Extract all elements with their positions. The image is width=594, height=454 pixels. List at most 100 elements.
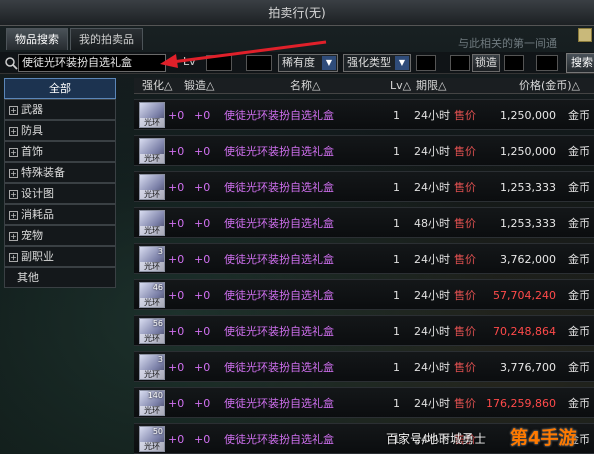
table-row[interactable]: 140 光环 +0 +0 使徒光环装扮自选礼盒 1 24小时 售价 176,259,860 金币 [134, 387, 594, 418]
item-name: 使徒光环装扮自选礼盒 [224, 217, 334, 230]
sale-label: 售价 [454, 181, 476, 194]
tab-item-search[interactable]: 物品搜索 [6, 28, 68, 50]
enhance-type-select[interactable]: 强化类型 ▼ [343, 54, 411, 72]
expand-icon: + [9, 189, 18, 199]
item-price: 3,762,000 [500, 253, 556, 266]
forge-value: +0 [194, 361, 211, 374]
item-name: 使徒光环装扮自选礼盒 [224, 289, 334, 302]
item-name: 使徒光环装扮自选礼盒 [224, 361, 334, 374]
item-icon: 56 光环 [139, 318, 165, 344]
currency-label: 金币 [568, 397, 590, 410]
table-row[interactable]: 3 光环 +0 +0 使徒光环装扮自选礼盒 1 24小时 售价 3,762,000 金币 [134, 243, 594, 274]
item-level: 1 [393, 325, 400, 338]
window-title: 拍卖行(无) [0, 0, 594, 26]
category-label: 特殊装备 [21, 166, 65, 179]
window-corner-button[interactable] [578, 28, 592, 42]
currency-label: 金币 [568, 181, 590, 194]
category-label: 武器 [21, 103, 43, 116]
column-lv[interactable]: Lv△ [390, 78, 412, 93]
item-price: 57,704,240 [493, 289, 556, 302]
filter-bar: 使徒光环装扮自选礼盒 Lv 稀有度 ▼ 强化类型 ▼ 锁造 搜索 [0, 52, 594, 74]
expand-icon: + [9, 105, 18, 115]
sale-label: 售价 [454, 145, 476, 158]
column-forge[interactable]: 锻造△ [182, 78, 282, 93]
search-button[interactable]: 搜索 [566, 53, 594, 73]
watermark-text: 百家号/地下城勇士 [386, 432, 487, 446]
sale-label: 售价 [454, 217, 476, 230]
item-name: 使徒光环装扮自选礼盒 [224, 109, 334, 122]
icon-level: 3 [157, 355, 163, 364]
column-enhance[interactable]: 强化△ [134, 78, 182, 93]
table-row[interactable]: 光环 +0 +0 使徒光环装扮自选礼盒 1 24小时 售价 1,250,000 金币 [134, 135, 594, 166]
lv-min-input[interactable] [206, 55, 232, 71]
category-other[interactable]: 其他 [4, 267, 116, 288]
category-special-equipment[interactable]: + 特殊装备 [4, 162, 116, 183]
item-icon: 光环 [139, 138, 165, 164]
item-level: 1 [393, 361, 400, 374]
sale-label: 售价 [454, 361, 476, 374]
enhance-max-input[interactable] [450, 55, 470, 71]
item-period: 24小时 [414, 397, 450, 410]
site-logo: 第4手游 [510, 428, 577, 449]
lv-max-input[interactable] [246, 55, 272, 71]
category-label: 消耗品 [21, 208, 54, 221]
category-consumables[interactable]: + 消耗品 [4, 204, 116, 225]
table-row[interactable]: 56 光环 +0 +0 使徒光环装扮自选礼盒 1 24小时 售价 70,248,864 金币 [134, 315, 594, 346]
currency-label: 金币 [568, 109, 590, 122]
tab-my-auctions[interactable]: 我的拍卖品 [70, 28, 143, 50]
column-period[interactable]: 期限△ [412, 78, 490, 93]
category-all[interactable]: 全部 [4, 78, 116, 99]
category-subclass[interactable]: + 副职业 [4, 246, 116, 267]
icon-label: 光环 [140, 298, 164, 307]
sale-label: 售价 [454, 253, 476, 266]
forge-value: +0 [194, 253, 211, 266]
enhance-value: +0 [168, 325, 185, 338]
forge-min-input[interactable] [504, 55, 524, 71]
category-label: 设计图 [21, 187, 54, 200]
currency-label: 金币 [568, 325, 590, 338]
search-icon [5, 57, 18, 70]
category-jewelry[interactable]: + 首饰 [4, 141, 116, 162]
item-level: 1 [393, 181, 400, 194]
item-period: 24小时 [414, 289, 450, 302]
enhance-value: +0 [168, 433, 185, 446]
forge-value: +0 [194, 109, 211, 122]
table-row[interactable]: 光环 +0 +0 使徒光环装扮自选礼盒 1 48小时 售价 1,253,333 金币 [134, 207, 594, 238]
enhance-min-input[interactable] [416, 55, 436, 71]
table-row[interactable]: 3 光环 +0 +0 使徒光环装扮自选礼盒 1 24小时 售价 3,776,700 金币 [134, 351, 594, 382]
item-price: 70,248,864 [493, 325, 556, 338]
search-input[interactable]: 使徒光环装扮自选礼盒 [18, 54, 166, 72]
category-blueprints[interactable]: + 设计图 [4, 183, 116, 204]
column-price[interactable]: 价格(金币)△ [490, 78, 580, 93]
table-row[interactable]: 光环 +0 +0 使徒光环装扮自选礼盒 1 24小时 售价 1,250,000 金币 [134, 99, 594, 130]
table-row[interactable]: 光环 +0 +0 使徒光环装扮自选礼盒 1 24小时 售价 1,253,333 金币 [134, 171, 594, 202]
category-label: 副职业 [21, 250, 54, 263]
category-pets[interactable]: + 宠物 [4, 225, 116, 246]
item-period: 24小时 [414, 109, 450, 122]
category-armor[interactable]: + 防具 [4, 120, 116, 141]
icon-level: 46 [152, 283, 163, 292]
table-row[interactable]: 46 光环 +0 +0 使徒光环装扮自选礼盒 1 24小时 售价 57,704,240 金币 [134, 279, 594, 310]
icon-level: 56 [152, 319, 163, 328]
sale-label: 售价 [454, 325, 476, 338]
icon-label: 光环 [140, 190, 164, 199]
icon-label: 光环 [140, 370, 164, 379]
chevron-down-icon: ▼ [395, 56, 409, 70]
forge-filter-button[interactable]: 锁造 [472, 54, 500, 72]
rarity-select[interactable]: 稀有度 ▼ [278, 54, 338, 72]
forge-value: +0 [194, 397, 211, 410]
item-icon: 140 光环 [139, 390, 165, 416]
expand-icon: + [9, 252, 18, 262]
item-level: 1 [393, 109, 400, 122]
chevron-down-icon: ▼ [322, 56, 336, 70]
item-icon: 46 光环 [139, 282, 165, 308]
item-period: 24小时 [414, 253, 450, 266]
column-name[interactable]: 名称△ [282, 78, 390, 93]
item-name: 使徒光环装扮自选礼盒 [224, 145, 334, 158]
icon-label: 光环 [140, 262, 164, 271]
item-level: 1 [393, 397, 400, 410]
category-weapons[interactable]: + 武器 [4, 99, 116, 120]
forge-max-input[interactable] [536, 55, 558, 71]
expand-icon: + [9, 147, 18, 157]
item-icon: 3 光环 [139, 246, 165, 272]
